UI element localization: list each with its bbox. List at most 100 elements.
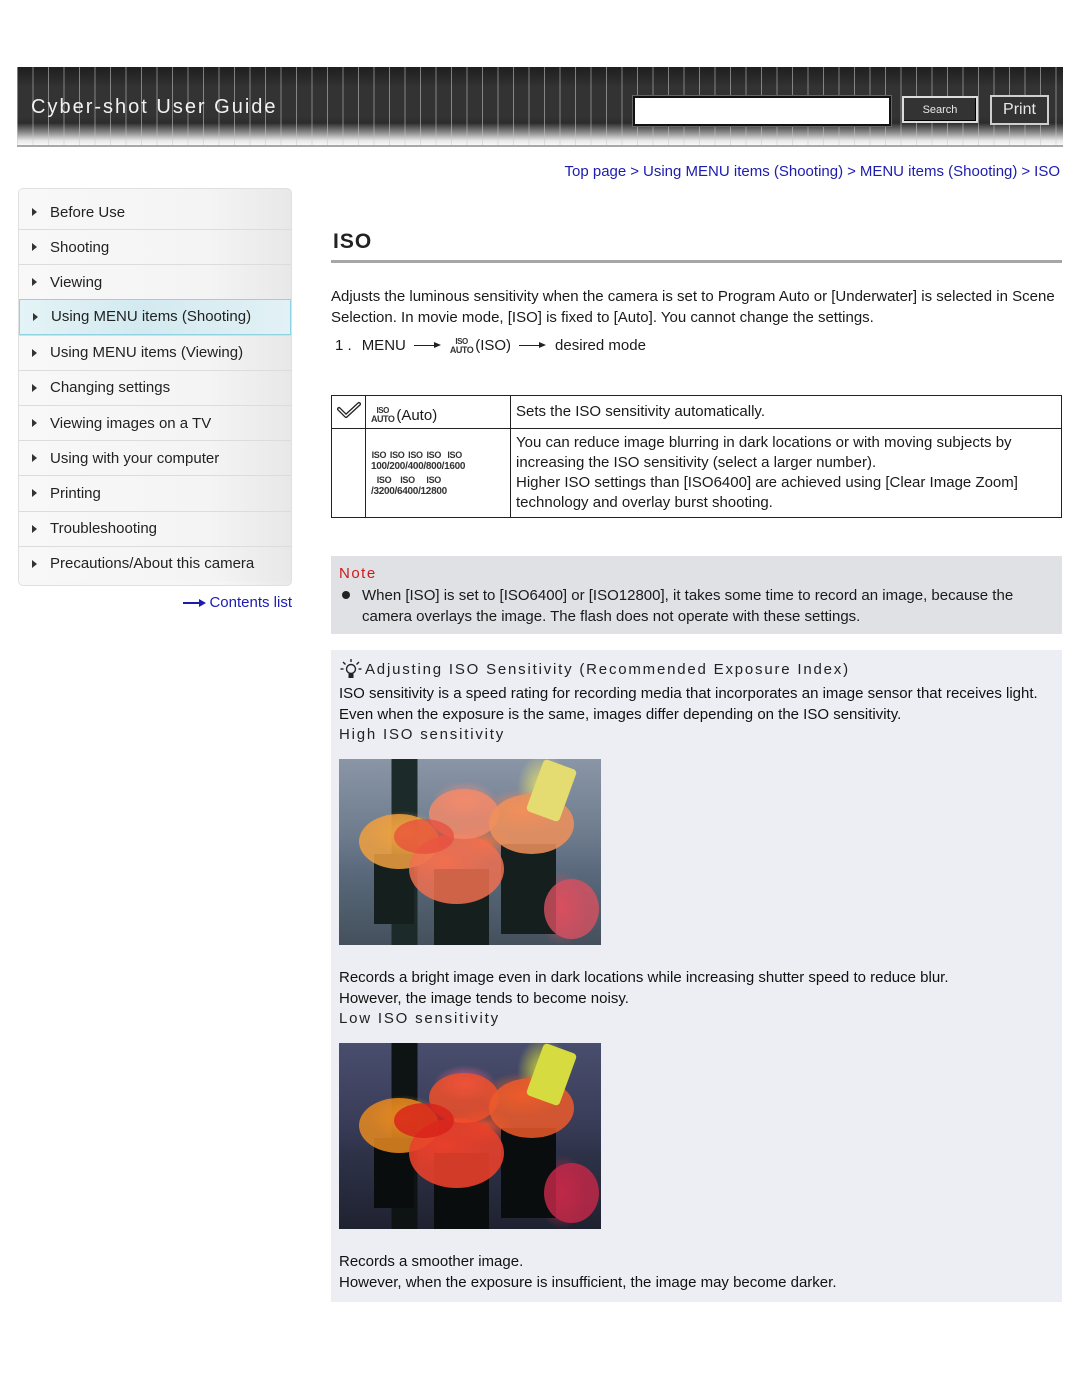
- table-row: ISO AUTO (Auto) Sets the ISO sensitivity…: [331, 395, 1062, 429]
- sidebar-item-label: Viewing images on a TV: [50, 414, 212, 432]
- breadcrumb-separator: >: [1021, 163, 1031, 180]
- bullet-icon: [342, 591, 350, 599]
- step-number: 1 .: [335, 337, 352, 354]
- sidebar-item-label: Printing: [50, 484, 101, 502]
- iso-value-icon: ISO 200: [389, 449, 406, 472]
- low-iso-heading: Low ISO sensitivity: [339, 1010, 500, 1027]
- note-item: When [ISO] is set to [ISO6400] or [ISO12…: [339, 585, 1054, 627]
- step-target: desired mode: [555, 337, 646, 354]
- high-iso-text-1: Records a bright image even in dark loca…: [339, 969, 949, 986]
- low-iso-text-1: Records a smoother image.: [339, 1253, 524, 1270]
- sidebar-item-before-use[interactable]: Before Use: [19, 189, 291, 229]
- sidebar-item-label: Using MENU items (Viewing): [50, 344, 244, 362]
- iso-value-icon: ISO 800: [425, 449, 442, 472]
- step-menu: MENU: [361, 337, 406, 354]
- table-row: ISO 100/ISO 200/ISO 400/ISO 800/ISO 1600 /ISO…: [331, 428, 1062, 518]
- sidebar-item-printing[interactable]: Printing: [19, 475, 291, 511]
- sidebar-item-shooting[interactable]: Shooting: [19, 229, 291, 265]
- high-iso-text-2: However, the image tends to become noisy…: [339, 990, 629, 1007]
- low-iso-text-2: However, when the exposure is insufficie…: [339, 1274, 837, 1291]
- hint-title: Adjusting ISO Sensitivity (Recommended E…: [339, 658, 1054, 680]
- high-iso-heading: High ISO sensitivity: [339, 726, 506, 743]
- search-button[interactable]: Search: [902, 96, 978, 123]
- iso-value-icon: ISO 100: [371, 449, 387, 472]
- sidebar-item-label: Shooting: [50, 238, 110, 256]
- triangle-right-icon: [32, 419, 37, 428]
- iso-modes-table: ISO AUTO (Auto) Sets the ISO sensitivity…: [331, 395, 1062, 518]
- note-text: When [ISO] is set to [ISO6400] or [ISO12…: [362, 587, 1014, 625]
- search-input[interactable]: [632, 95, 892, 127]
- triangle-right-icon: [33, 312, 38, 321]
- checkmark-icon: [336, 402, 361, 418]
- note-box: Note When [ISO] is set to [ISO6400] or […: [331, 556, 1062, 634]
- triangle-right-icon: [32, 524, 37, 533]
- iso-auto-icon: ISO AUTO: [449, 336, 474, 355]
- breadcrumb-top-page[interactable]: Top page: [565, 163, 627, 180]
- sidebar-item-label: Using MENU items (Shooting): [51, 308, 252, 326]
- iso-auto-icon: ISO AUTO: [371, 406, 395, 425]
- iso-value-icon: ISO 6400: [397, 474, 419, 497]
- iso-value-icon: ISO 12800: [420, 474, 448, 497]
- hint-box: Adjusting ISO Sensitivity (Recommended E…: [331, 650, 1062, 1302]
- breadcrumb: Top page > Using MENU items (Shooting) > MEN…: [565, 163, 1060, 180]
- arrow-right-icon: [413, 341, 442, 351]
- sidebar-nav: Before Use Shooting Viewing Using MENU i…: [18, 188, 292, 586]
- contents-list-link[interactable]: Contents list: [183, 594, 292, 611]
- high-iso-sample-photo: [339, 759, 601, 945]
- iso-value-icon: ISO 400: [407, 449, 424, 472]
- triangle-right-icon: [32, 278, 37, 287]
- mode-cell: ISO 100/ISO 200/ISO 400/ISO 800/ISO 1600 /ISO…: [365, 428, 511, 518]
- mode-description: Sets the ISO sensitivity automatically.: [510, 395, 1062, 429]
- description-paragraph: Higher ISO settings than [ISO6400] are a…: [516, 474, 1018, 511]
- description-paragraph: You can reduce image blurring in dark lo…: [516, 434, 1012, 471]
- mode-description: You can reduce image blurring in dark lo…: [510, 428, 1062, 518]
- print-button[interactable]: Print: [990, 95, 1049, 125]
- title-divider: [331, 260, 1062, 263]
- contents-list-label: Contents list: [209, 594, 292, 611]
- sidebar-item-troubleshooting[interactable]: Troubleshooting: [19, 510, 291, 546]
- intro-text: Adjusts the luminous sensitivity when th…: [331, 288, 1055, 326]
- sidebar-item-using-menu-shooting[interactable]: Using MENU items (Shooting): [19, 299, 291, 335]
- triangle-right-icon: [32, 559, 37, 568]
- triangle-right-icon: [32, 243, 37, 252]
- site-title: Cyber-shot User Guide: [31, 96, 278, 118]
- arrow-right-icon: [183, 598, 207, 608]
- sidebar-item-label: Before Use: [50, 203, 126, 221]
- triangle-right-icon: [32, 208, 37, 216]
- note-title: Note: [339, 565, 377, 582]
- breadcrumb-separator: >: [847, 163, 856, 180]
- sidebar-item-label: Changing settings: [50, 379, 171, 397]
- sidebar-item-using-with-computer[interactable]: Using with your computer: [19, 440, 291, 476]
- sidebar-item-label: Precautions/About this camera: [50, 555, 255, 573]
- hint-title-text: Adjusting ISO Sensitivity (Recommended E…: [365, 660, 850, 678]
- step-iso-label: (ISO): [475, 337, 512, 354]
- arrow-right-icon: [519, 341, 547, 351]
- sidebar-item-using-menu-viewing[interactable]: Using MENU items (Viewing): [19, 334, 291, 370]
- triangle-right-icon: [32, 454, 37, 463]
- page-title: ISO: [333, 230, 373, 253]
- mode-cell: ISO AUTO (Auto): [365, 395, 511, 429]
- mode-label: (Auto): [396, 406, 438, 424]
- sidebar-item-viewing[interactable]: Viewing: [19, 264, 291, 300]
- step-instruction: 1 . MENU ISO AUTO (ISO) desired mode: [335, 337, 646, 354]
- sidebar-item-label: Using with your computer: [50, 449, 220, 467]
- sidebar-item-label: Viewing: [50, 273, 103, 291]
- iso-values-icons: ISO 100/ISO 200/ISO 400/ISO 800/ISO 1600 /ISO…: [371, 450, 510, 497]
- sidebar-item-precautions[interactable]: Precautions/About this camera: [19, 545, 291, 581]
- default-marker-cell: [331, 395, 366, 429]
- low-iso-sample-photo: [339, 1043, 601, 1229]
- triangle-right-icon: [32, 489, 37, 498]
- breadcrumb-separator: >: [630, 163, 640, 180]
- breadcrumb-iso[interactable]: ISO: [1034, 163, 1060, 180]
- hint-text: ISO sensitivity is a speed rating for re…: [339, 685, 1038, 723]
- empty-cell: [331, 428, 366, 518]
- sidebar-item-viewing-on-tv[interactable]: Viewing images on a TV: [19, 404, 291, 441]
- sidebar-item-changing-settings[interactable]: Changing settings: [19, 369, 291, 405]
- iso-value-icon: ISO 3200: [373, 474, 395, 497]
- triangle-right-icon: [32, 348, 37, 357]
- breadcrumb-menu-items-shooting[interactable]: MENU items (Shooting): [860, 163, 1018, 180]
- lightbulb-hint-icon: [340, 659, 362, 678]
- header-divider: [17, 145, 1063, 147]
- breadcrumb-using-menu-shooting[interactable]: Using MENU items (Shooting): [643, 163, 843, 180]
- iso-value-icon: ISO 1600: [444, 449, 466, 472]
